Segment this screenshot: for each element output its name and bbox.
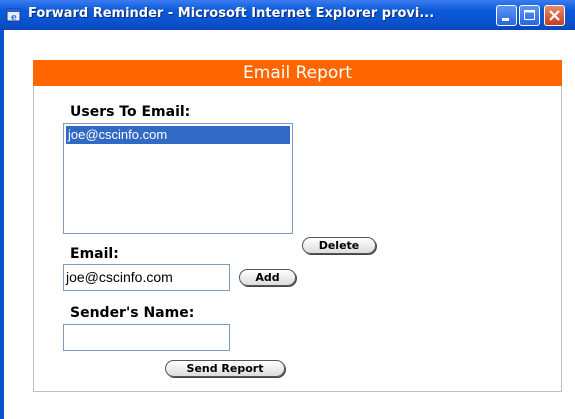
close-button[interactable]: [544, 5, 565, 26]
close-icon: [549, 10, 560, 21]
window-title: Forward Reminder - Microsoft Internet Ex…: [28, 6, 435, 21]
senders-name-label: Sender's Name:: [70, 305, 195, 321]
window-titlebar[interactable]: e Forward Reminder - Microsoft Internet …: [0, 0, 575, 30]
svg-text:e: e: [11, 13, 17, 23]
minimize-button[interactable]: [496, 5, 517, 26]
users-to-email-label: Users To Email:: [70, 104, 191, 120]
add-button[interactable]: Add: [239, 269, 296, 286]
users-listbox[interactable]: joe@cscinfo.com: [63, 123, 293, 234]
minimize-icon: [502, 18, 509, 21]
send-report-button[interactable]: Send Report: [165, 360, 285, 377]
maximize-icon: [524, 10, 535, 20]
internet-explorer-icon: e: [6, 7, 22, 23]
email-report-header: Email Report: [33, 60, 562, 86]
delete-button[interactable]: Delete: [302, 237, 376, 254]
email-input[interactable]: joe@cscinfo.com: [63, 264, 230, 291]
sender-name-input[interactable]: [63, 324, 230, 351]
page-content: Email Report Users To Email: joe@cscinfo…: [4, 30, 575, 419]
email-label: Email:: [70, 246, 119, 262]
maximize-button[interactable]: [519, 5, 540, 26]
list-item[interactable]: joe@cscinfo.com: [66, 126, 290, 144]
email-report-panel: Users To Email: joe@cscinfo.com Delete E…: [33, 86, 562, 392]
